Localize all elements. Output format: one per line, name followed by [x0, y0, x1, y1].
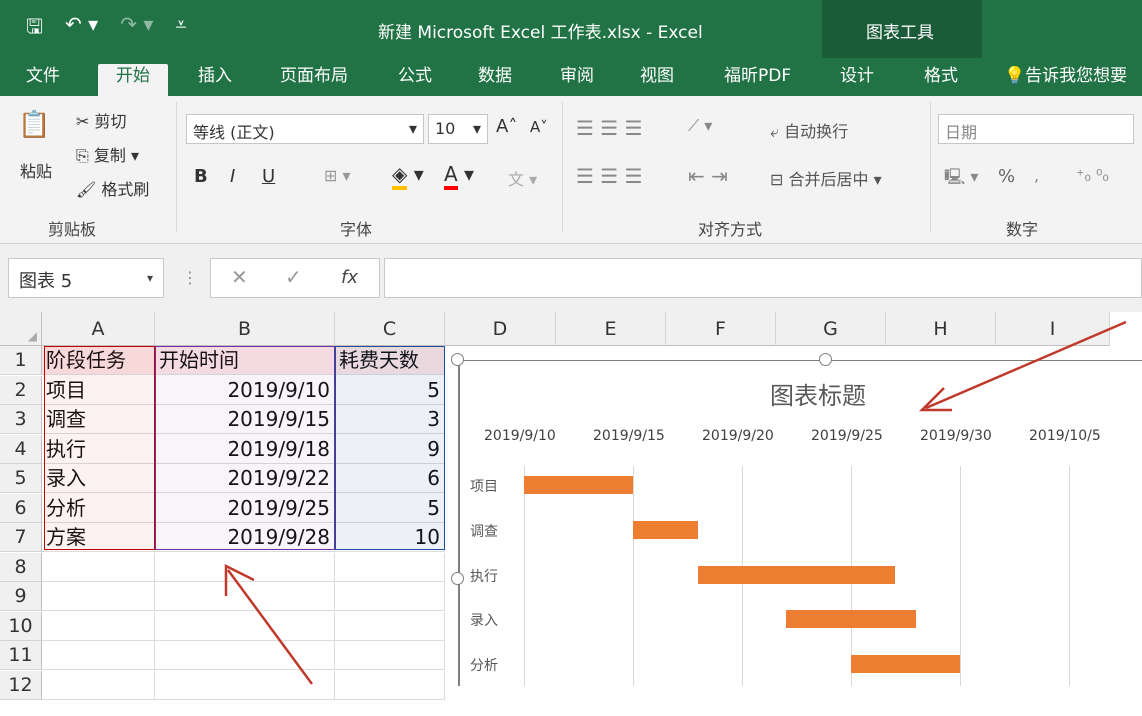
arrow-to-data	[226, 569, 314, 685]
annotation-arrows	[224, 320, 1127, 685]
arrowhead	[224, 563, 255, 596]
arrow-to-chart-title	[925, 320, 1127, 410]
